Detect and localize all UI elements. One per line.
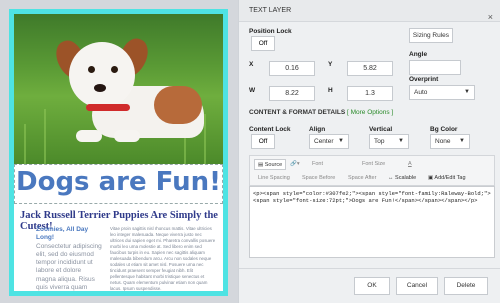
- align-label: Align: [309, 126, 326, 133]
- overprint-select[interactable]: Auto ▼: [409, 85, 475, 100]
- chevron-down-icon: ▼: [338, 138, 344, 144]
- overprint-label: Overprint: [409, 76, 439, 83]
- section-title: CONTENT & FORMAT DETAILS: [249, 109, 346, 116]
- dog-head: [69, 42, 135, 108]
- x-label: X: [249, 61, 254, 68]
- line-spacing-select[interactable]: Line Spacing: [258, 173, 290, 184]
- bg-color-select[interactable]: None ▼: [430, 134, 470, 149]
- dog-paw-left: [76, 130, 102, 142]
- angle-input[interactable]: [409, 60, 461, 75]
- editor-toolbar: ▤ Source 🔗▾ Font Font Size A Line Spacin…: [249, 155, 495, 186]
- vertical-select[interactable]: Top ▼: [369, 134, 409, 149]
- angle-label: Angle: [409, 51, 428, 58]
- column-b-body[interactable]: Vitae proin sagittis nisl rhoncus mattis…: [110, 226, 216, 291]
- chevron-down-icon: ▼: [459, 138, 465, 144]
- vertical-value: Top: [374, 138, 385, 145]
- source-label: Source: [264, 162, 283, 168]
- link-icon[interactable]: 🔗▾: [290, 159, 300, 170]
- scalable-button[interactable]: ↔ Scalable: [388, 173, 416, 184]
- chevron-down-icon: ▼: [398, 138, 404, 144]
- h-label: H: [328, 87, 333, 94]
- w-label: W: [249, 87, 256, 94]
- column-a-body: Consectetur adipiscing elit, sed do eius…: [36, 242, 102, 296]
- canvas-area: Dogs are Fun! Jack Russell Terrier Puppi…: [0, 0, 238, 303]
- add-edit-tag-button[interactable]: ▣ Add/Edit Tag: [428, 173, 466, 184]
- space-before-select[interactable]: Space Before: [302, 173, 335, 184]
- text-color-button[interactable]: A: [408, 159, 412, 170]
- panel-footer: OK Cancel Delete: [239, 268, 500, 303]
- ok-button[interactable]: OK: [354, 277, 390, 295]
- add-edit-tag-label: Add/Edit Tag: [434, 175, 466, 181]
- source-editor[interactable]: <p><span style="color:#307fe2;"><span st…: [249, 186, 495, 258]
- position-lock-toggle[interactable]: Off: [251, 36, 275, 51]
- x-input[interactable]: 0.16: [269, 61, 315, 76]
- design-page[interactable]: Dogs are Fun! Jack Russell Terrier Puppi…: [9, 9, 228, 296]
- vertical-label: Vertical: [369, 126, 393, 133]
- text-layer-panel: TEXT LAYER × Position Lock Off Sizing Ru…: [238, 0, 500, 303]
- y-label: Y: [328, 61, 333, 68]
- dog-paw-right: [114, 130, 140, 142]
- panel-header: TEXT LAYER ×: [239, 0, 500, 22]
- font-size-select[interactable]: Font Size: [362, 159, 385, 170]
- more-options-link[interactable]: [ More Options ]: [347, 109, 393, 116]
- column-a[interactable]: Zoomies, All Day Long! Consectetur adipi…: [36, 226, 102, 296]
- overprint-value: Auto: [414, 89, 428, 96]
- dog-patch: [154, 86, 202, 124]
- chevron-down-icon: ▼: [464, 89, 470, 95]
- dog-collar: [86, 104, 130, 111]
- delete-button[interactable]: Delete: [444, 277, 488, 295]
- scalable-label: Scalable: [395, 175, 417, 181]
- content-lock-label: Content Lock: [249, 126, 291, 133]
- y-input[interactable]: 5.82: [347, 61, 393, 76]
- w-input[interactable]: 8.22: [269, 86, 315, 101]
- dog-eye-right: [111, 66, 118, 73]
- source-button[interactable]: ▤ Source: [254, 159, 287, 170]
- section-heading: CONTENT & FORMAT DETAILS [ More Options …: [249, 109, 393, 116]
- dog-eye-left: [88, 66, 95, 73]
- font-select[interactable]: Font: [312, 159, 323, 170]
- align-select[interactable]: Center ▼: [309, 134, 349, 149]
- dog-nose: [94, 84, 106, 92]
- headline-text[interactable]: Dogs are Fun!: [14, 167, 223, 197]
- content-lock-toggle[interactable]: Off: [251, 134, 275, 149]
- bg-color-label: Bg Color: [430, 126, 458, 133]
- h-input[interactable]: 1.3: [347, 86, 393, 101]
- bg-color-value: None: [435, 138, 451, 145]
- space-after-select[interactable]: Space After: [348, 173, 376, 184]
- close-icon[interactable]: ×: [488, 6, 493, 28]
- puppy-photo[interactable]: [14, 14, 223, 164]
- column-a-lead: Zoomies, All Day Long!: [36, 226, 89, 242]
- panel-title: TEXT LAYER: [249, 7, 292, 14]
- sizing-rules-button[interactable]: Sizing Rules: [409, 28, 453, 43]
- align-value: Center: [314, 138, 334, 145]
- position-lock-label: Position Lock: [249, 28, 292, 35]
- cancel-button[interactable]: Cancel: [396, 277, 438, 295]
